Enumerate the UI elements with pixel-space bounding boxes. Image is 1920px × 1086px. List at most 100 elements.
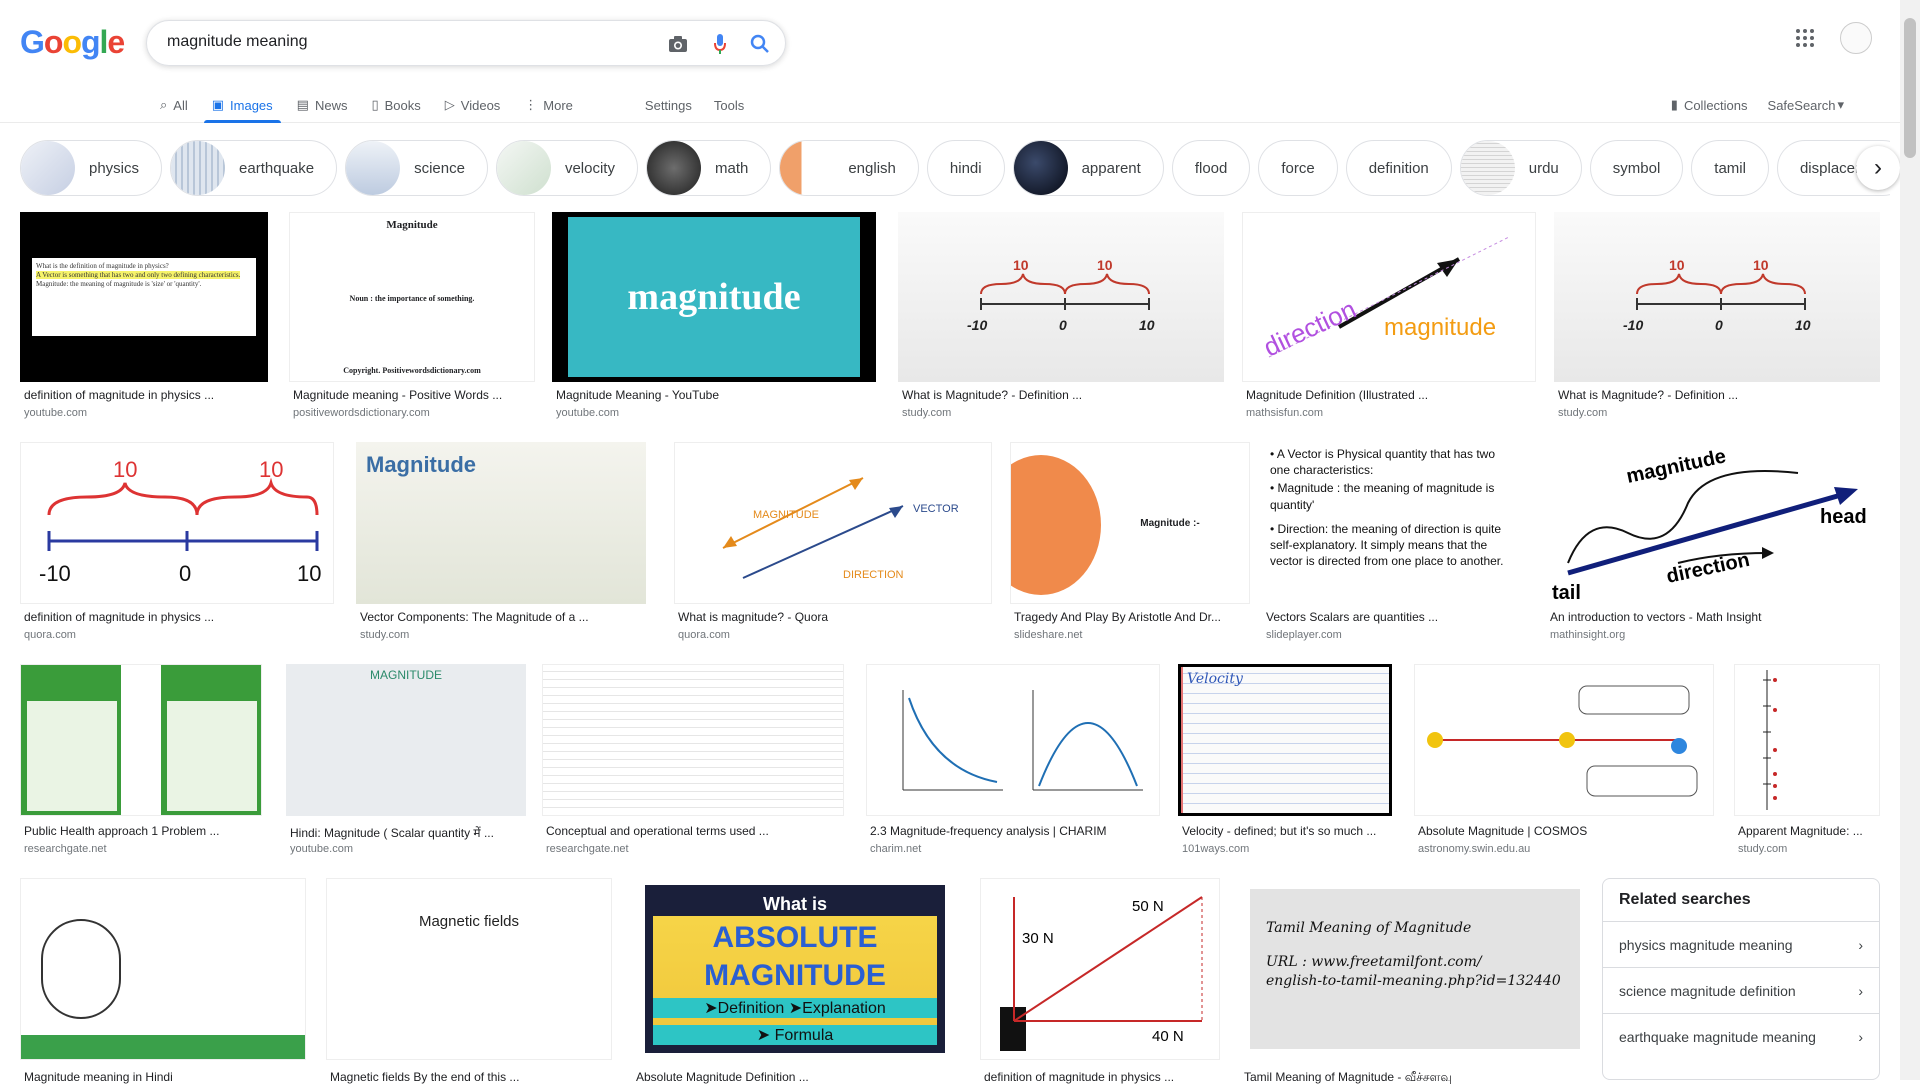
image-result[interactable]: 10 10 -10 0 10 What is Magnitude? - Defi… [898,212,1224,426]
image-result[interactable]: Absolute Magnitude | COSMOS astronomy.sw… [1414,664,1714,860]
result-title[interactable]: Public Health approach 1 Problem ... [24,824,262,838]
image-result[interactable]: Public Health approach 1 Problem ... res… [20,664,262,860]
chip-symbol[interactable]: symbol [1589,140,1684,196]
camera-icon[interactable] [665,31,691,57]
image-result[interactable]: What is the definition of magnitude in p… [20,212,268,426]
chip-definition[interactable]: definition [1345,140,1452,196]
result-title[interactable]: definition of magnitude in physics ... [24,610,324,624]
result-title[interactable]: Apparent Magnitude: ... [1738,824,1880,838]
chevron-right-icon[interactable]: › [1856,146,1900,190]
result-source[interactable]: quora.com [678,629,730,641]
result-source[interactable]: youtube.com [290,843,353,855]
image-result[interactable]: magnitude Magnitude Meaning - YouTube yo… [552,212,876,426]
result-source[interactable]: 101ways.com [1182,843,1249,855]
image-result[interactable]: Conceptual and operational terms used ..… [542,664,844,860]
search-icon[interactable] [747,31,773,57]
chip-earthquake[interactable]: earthquake [170,140,338,196]
tab-images[interactable]: ▣ Images [203,88,281,123]
result-title[interactable]: Absolute Magnitude Definition ... [636,1070,956,1084]
result-title[interactable]: What is Magnitude? - Definition ... [1558,388,1858,402]
result-title[interactable]: Vector Components: The Magnitude of a ..… [360,610,646,624]
image-result[interactable]: Magnitude meaning in Hindi [20,878,306,1084]
result-title[interactable]: definition of magnitude in physics ... [24,388,264,402]
result-title[interactable]: definition of magnitude in physics ... [984,1070,1220,1084]
result-title[interactable]: Tragedy And Play By Aristotle And Dr... [1014,610,1250,624]
result-title[interactable]: Velocity - defined; but it's so much ... [1182,824,1392,838]
tab-books[interactable]: ▯ Books [371,88,420,122]
image-result[interactable]: Magnitude Noun : the importance of somet… [289,212,535,426]
result-title[interactable]: Conceptual and operational terms used ..… [546,824,844,838]
chip-urdu[interactable]: urdu [1459,140,1582,196]
result-title[interactable]: Absolute Magnitude | COSMOS [1418,824,1708,838]
image-result[interactable]: 50 N 30 N 40 N definition of magnitude i… [980,878,1220,1084]
result-title[interactable]: Magnitude meaning in Hindi [24,1070,304,1084]
result-title[interactable]: An introduction to vectors - Math Insigh… [1550,610,1880,624]
image-result[interactable]: 10 10 -10 0 10 definition of magnitude i… [20,442,334,646]
google-logo[interactable]: Google [20,24,125,61]
scrollbar-thumb[interactable] [1904,18,1916,158]
result-source[interactable]: positivewordsdictionary.com [293,407,430,419]
result-title[interactable]: Magnetic fields By the end of this ... [330,1070,610,1084]
microphone-icon[interactable] [707,31,733,57]
result-source[interactable]: study.com [902,407,951,419]
chip-science[interactable]: science [345,140,488,196]
result-source[interactable]: quora.com [24,629,76,641]
result-source[interactable]: slideshare.net [1014,629,1083,641]
chip-physics[interactable]: physics [20,140,163,196]
result-source[interactable]: youtube.com [556,407,619,419]
result-title[interactable]: 2.3 Magnitude-frequency analysis | CHARI… [870,824,1160,838]
image-result[interactable]: Apparent Magnitude: ... study.com [1734,664,1880,860]
tab-videos[interactable]: ▷ Videos [445,88,501,122]
collections-button[interactable]: ▮ Collections [1671,97,1748,113]
tab-all[interactable]: ⌕ All [160,88,188,122]
chip-velocity[interactable]: velocity [495,140,638,196]
result-title[interactable]: Magnitude Meaning - YouTube [556,388,856,402]
result-source[interactable]: study.com [360,629,409,641]
result-source[interactable]: mathsisfun.com [1246,407,1323,419]
image-result[interactable]: MAGNITUDE VECTOR DIRECTION What is magni… [674,442,992,646]
scrollbar[interactable] [1900,0,1920,1080]
safesearch-button[interactable]: SafeSearch ▾ [1768,97,1844,113]
result-source[interactable]: slideplayer.com [1266,629,1342,641]
tools-link[interactable]: Tools [714,88,744,122]
apps-grid-icon[interactable] [1795,28,1821,54]
image-result[interactable]: Magnitude Vector Components: The Magnitu… [356,442,646,646]
image-result[interactable]: Magnitude :- Tragedy And Play By Aristot… [1010,442,1250,646]
image-result[interactable]: 10 10 -10 0 10 What is Magnitude? - Defi… [1554,212,1880,426]
chip-apparent[interactable]: apparent [1012,140,1164,196]
result-source[interactable]: researchgate.net [24,843,107,855]
chip-flood[interactable]: flood [1171,140,1251,196]
image-result[interactable]: • A Vector is Physical quantity that has… [1262,442,1526,646]
image-result[interactable]: Velocity Velocity - defined; but it's so… [1178,664,1392,860]
image-result[interactable]: MAGNITUDE Hindi: Magnitude ( Scalar quan… [286,664,526,860]
chip-force[interactable]: force [1258,140,1338,196]
tab-news[interactable]: ▤ News [297,88,348,122]
related-search-item[interactable]: earthquake magnitude meaning › [1603,1013,1879,1059]
result-title[interactable]: Hindi: Magnitude ( Scalar quantity में .… [290,824,526,841]
result-title[interactable]: What is magnitude? - Quora [678,610,988,624]
image-result[interactable]: 2.3 Magnitude-frequency analysis | CHARI… [866,664,1160,860]
search-input[interactable] [167,33,627,51]
chip-hindi[interactable]: hindi [926,140,1005,196]
result-source[interactable]: youtube.com [24,407,87,419]
result-title[interactable]: Magnitude Definition (Illustrated ... [1246,388,1536,402]
result-title[interactable]: Tamil Meaning of Magnitude - வீச்சளவு [1244,1070,1590,1086]
image-result[interactable]: Tamil Meaning of Magnitude URL : www.fre… [1240,878,1590,1084]
result-title[interactable]: Vectors Scalars are quantities ... [1266,610,1526,624]
result-source[interactable]: study.com [1558,407,1607,419]
related-search-item[interactable]: science magnitude definition › [1603,967,1879,1013]
result-source[interactable]: astronomy.swin.edu.au [1418,843,1530,855]
result-title[interactable]: What is Magnitude? - Definition ... [902,388,1202,402]
image-result[interactable]: Magnetic fields Magnetic fields By the e… [326,878,612,1084]
image-result[interactable]: direction magnitude Magnitude Definition… [1242,212,1536,426]
settings-link[interactable]: Settings [645,88,692,122]
chip-math[interactable]: math [645,140,772,196]
chip-tamil[interactable]: tamil [1691,140,1769,196]
result-source[interactable]: mathinsight.org [1550,629,1625,641]
image-result[interactable]: What is ABSOLUTE MAGNITUDE ➤Definition ➤… [632,878,958,1084]
result-source[interactable]: study.com [1738,843,1787,855]
result-title[interactable]: Magnitude meaning - Positive Words ... [293,388,533,402]
related-search-item[interactable]: physics magnitude meaning › [1603,921,1879,967]
result-source[interactable]: researchgate.net [546,843,629,855]
avatar[interactable] [1840,22,1872,54]
